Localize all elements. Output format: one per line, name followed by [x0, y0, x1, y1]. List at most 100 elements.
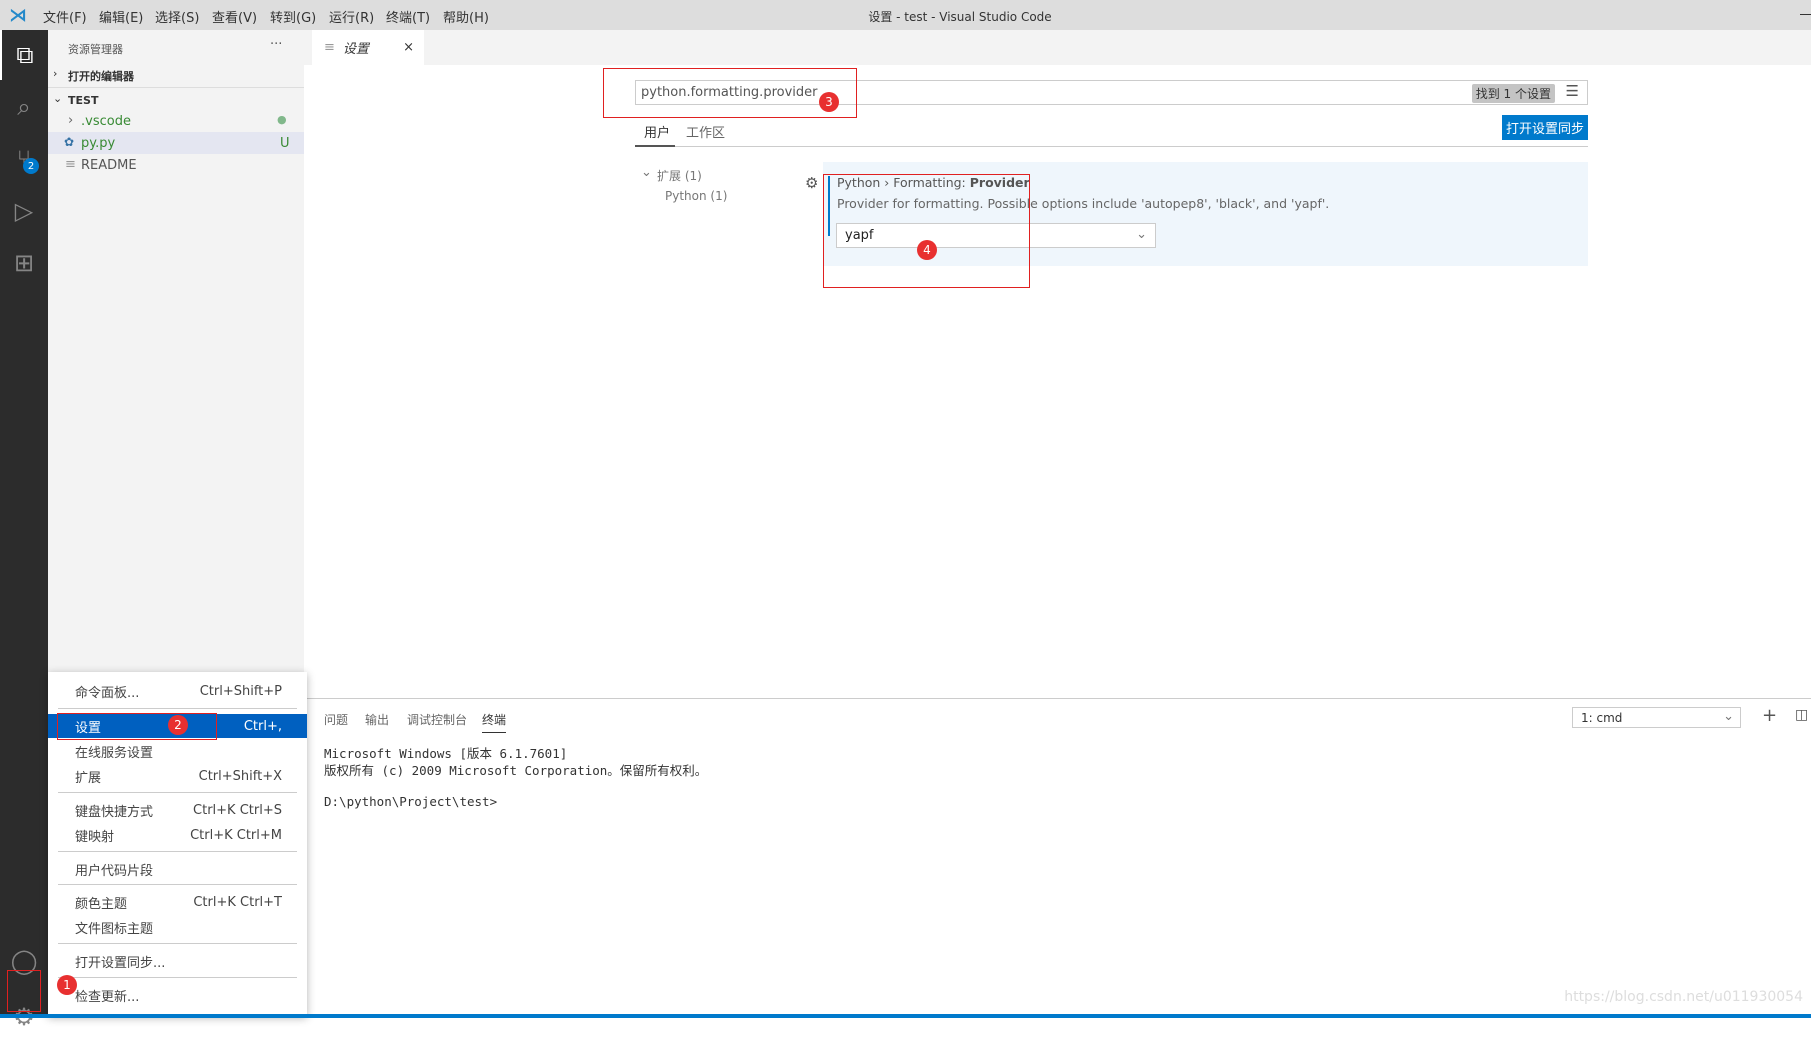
label: 文件图标主题 — [75, 921, 154, 937]
shortcut: Ctrl+Shift+P — [199, 683, 282, 699]
window-title: 设置 - test - Visual Studio Code — [868, 10, 1052, 24]
close-tab-icon[interactable]: × — [403, 40, 414, 55]
chevron-down-icon: ⌄ — [53, 92, 63, 105]
tab-label: 设置 — [342, 42, 369, 57]
menu-item-color-theme[interactable]: 颜色主题 Ctrl+K Ctrl+T — [48, 890, 307, 914]
select-value: 1: cmd — [1581, 711, 1623, 725]
explorer-icon[interactable]: ⧉ — [0, 30, 48, 80]
modified-dot: ● — [277, 113, 287, 126]
tab-workspace[interactable]: 工作区 — [686, 122, 725, 141]
label: 在线服务设置 — [75, 745, 154, 761]
panel-tab-debug-console[interactable]: 调试控制台 — [407, 711, 467, 728]
tree-item-readme[interactable]: ≡ README — [48, 154, 304, 176]
label: 用户代码片段 — [75, 863, 154, 879]
terminal-select[interactable]: 1: cmd ⌄ — [1572, 707, 1741, 728]
terminal-prompt[interactable]: D:\python\Project\test> — [324, 794, 497, 809]
label: 打开设置同步... — [75, 955, 166, 971]
menu-item-user-snippets[interactable]: 用户代码片段 — [48, 857, 307, 881]
label: 扩展 — [75, 770, 102, 786]
file-lines-icon: ≡ — [65, 157, 76, 172]
setting-gear-icon[interactable]: ⚙ — [805, 174, 818, 192]
divider — [635, 146, 1588, 147]
more-actions-icon[interactable]: ··· — [270, 37, 282, 52]
split-terminal-icon[interactable]: ◫ — [1795, 707, 1808, 723]
annotation-badge-1: 1 — [57, 975, 77, 995]
divider — [48, 87, 304, 88]
python-file-icon: ✿ — [64, 135, 75, 149]
label: 键盘快捷方式 — [75, 804, 154, 820]
annotation-box-3 — [603, 68, 857, 118]
open-editors-section[interactable]: › 打开的编辑器 — [48, 65, 304, 85]
panel-tab-output[interactable]: 输出 — [365, 711, 389, 728]
chevron-right-icon: › — [53, 67, 58, 80]
divider — [58, 851, 297, 852]
menu-item-check-updates[interactable]: 检查更新... — [48, 983, 307, 1007]
minimize-icon[interactable] — [1800, 14, 1811, 15]
item-label: .vscode — [81, 114, 131, 129]
label: 命令面板... — [75, 685, 140, 701]
new-terminal-plus-icon[interactable]: + — [1762, 705, 1777, 726]
panel-tab-problems[interactable]: 问题 — [324, 711, 348, 728]
menu-item-keymaps[interactable]: 键映射 Ctrl+K Ctrl+M — [48, 823, 307, 847]
item-label: py.py — [81, 136, 116, 151]
tree-item-vscode[interactable]: › .vscode ● — [48, 110, 304, 132]
editor-tab-bar: ≡ 设置 × — [304, 30, 1811, 65]
divider — [58, 792, 297, 793]
annotation-box-1 — [7, 970, 41, 1012]
clear-filter-icon[interactable]: ☰ — [1566, 82, 1579, 100]
tab-settings[interactable]: ≡ 设置 × — [312, 30, 424, 65]
menu-item-online-services[interactable]: 在线服务设置 — [48, 739, 307, 763]
turn-on-settings-sync-button[interactable]: 打开设置同步 — [1502, 115, 1588, 140]
annotation-badge-4: 4 — [917, 240, 937, 260]
chevron-down-icon: ⌄ — [1723, 709, 1734, 724]
folder-label: TEST — [68, 94, 99, 107]
annotation-badge-2: 2 — [168, 715, 188, 735]
toc-extensions[interactable]: 扩展 (1) — [657, 167, 702, 184]
active-tab-indicator — [635, 145, 675, 147]
annotation-box-2 — [57, 713, 217, 740]
bottom-panel: 问题 输出 调试控制台 终端 1: cmd ⌄ + ◫ Microsoft Wi… — [304, 698, 1811, 1014]
panel-tab-terminal[interactable]: 终端 — [482, 711, 507, 733]
folder-test[interactable]: ⌄ TEST — [48, 90, 304, 110]
divider — [58, 884, 297, 885]
divider — [58, 708, 297, 709]
shortcut: Ctrl+K Ctrl+M — [190, 827, 282, 843]
label: 颜色主题 — [75, 896, 128, 912]
menu-item-command-palette[interactable]: 命令面板... Ctrl+Shift+P — [48, 679, 307, 703]
extensions-icon[interactable]: ⊞ — [0, 238, 48, 288]
file-lines-icon: ≡ — [324, 40, 335, 55]
run-debug-icon[interactable]: ▷ — [0, 186, 48, 236]
scm-badge: 2 — [23, 158, 39, 174]
menu-item-file-icon-theme[interactable]: 文件图标主题 — [48, 915, 307, 939]
divider — [58, 943, 297, 944]
tab-user[interactable]: 用户 — [644, 122, 670, 141]
terminal-line: 版权所有 (c) 2009 Microsoft Corporation。保留所有… — [324, 763, 708, 778]
shortcut: Ctrl+K Ctrl+T — [193, 894, 282, 910]
chevron-down-icon: ⌄ — [1136, 227, 1147, 242]
title-bar: ⋊ 文件(F) 编辑(E) 选择(S) 查看(V) 转到(G) 运行(R) 终端… — [0, 0, 1811, 30]
divider — [58, 977, 297, 978]
label: 检查更新... — [75, 989, 140, 1005]
search-icon[interactable]: ⌕ — [0, 82, 48, 132]
shortcut: Ctrl+K Ctrl+S — [193, 802, 282, 818]
shortcut: Ctrl+Shift+X — [198, 768, 282, 784]
item-label: README — [81, 158, 137, 173]
annotation-box-4 — [823, 174, 1030, 288]
source-control-icon[interactable]: ⑂ — [0, 134, 48, 184]
label: 键映射 — [75, 829, 115, 845]
status-bar — [0, 1014, 1811, 1018]
toc-python[interactable]: Python (1) — [665, 189, 727, 203]
untracked-badge: U — [280, 136, 290, 151]
chevron-down-icon: ⌄ — [641, 165, 652, 180]
activity-bar: ⧉ ⌕ ⑂ 2 ▷ ⊞ ◯ ⚙ — [0, 30, 48, 1031]
tree-item-py[interactable]: ✿ py.py U — [48, 132, 304, 154]
sidebar-title: 资源管理器 — [68, 43, 123, 56]
annotation-badge-3: 3 — [819, 92, 839, 112]
menu-item-settings-sync[interactable]: 打开设置同步... — [48, 949, 307, 973]
result-count-badge: 找到 1 个设置 — [1471, 84, 1555, 103]
chevron-right-icon: › — [68, 113, 74, 128]
menu-item-extensions[interactable]: 扩展 Ctrl+Shift+X — [48, 764, 307, 788]
open-editors-label: 打开的编辑器 — [68, 70, 134, 83]
watermark: https://blog.csdn.net/u011930054 — [1564, 989, 1803, 1005]
menu-item-keyboard-shortcuts[interactable]: 键盘快捷方式 Ctrl+K Ctrl+S — [48, 798, 307, 822]
